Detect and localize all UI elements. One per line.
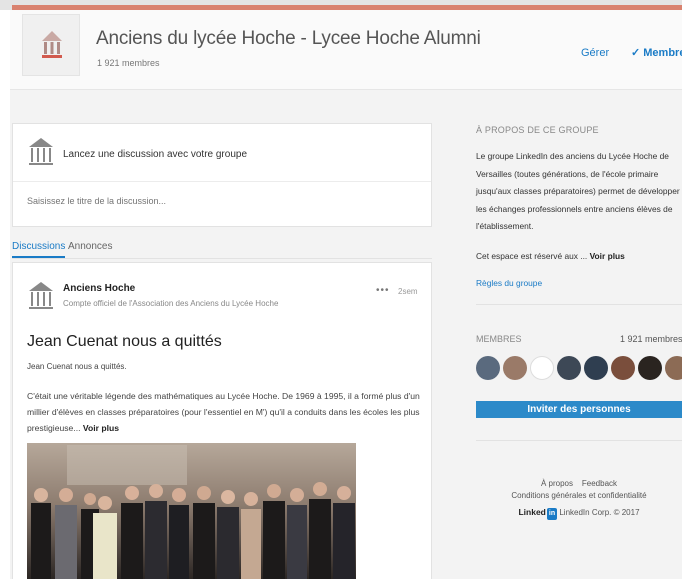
- avatar[interactable]: [611, 356, 635, 380]
- post-photo[interactable]: [27, 443, 356, 579]
- feed-tabs: Discussions Annonces: [12, 239, 432, 259]
- avatar[interactable]: [476, 356, 500, 380]
- composer-prompt: Lancez une discussion avec votre groupe: [63, 149, 248, 160]
- avatar[interactable]: [557, 356, 581, 380]
- post-author-name[interactable]: Anciens Hoche: [63, 283, 135, 294]
- footer-copyright: LinkedIn Corp. © 2017: [559, 508, 640, 517]
- group-member-count: 1 921 membres: [97, 58, 160, 68]
- about-reserved-text: Cet espace est réservé aux ...: [476, 251, 588, 261]
- post-subtitle: Jean Cuenat nous a quittés.: [27, 362, 127, 371]
- avatar[interactable]: [584, 356, 608, 380]
- members-count: 1 921 membres: [620, 334, 682, 344]
- footer-feedback-link[interactable]: Feedback: [582, 479, 617, 488]
- manage-button[interactable]: Gérer: [581, 47, 609, 59]
- top-accent-bar: [0, 0, 682, 10]
- footer: À propos Feedback Conditions générales e…: [476, 478, 682, 520]
- post-options-icon[interactable]: •••: [376, 285, 390, 296]
- about-description: Le groupe LinkedIn des anciens du Lycée …: [476, 151, 680, 231]
- member-status-button[interactable]: ✓ Membre: [631, 46, 682, 59]
- group-photo-image: [27, 443, 356, 579]
- footer-about-link[interactable]: À propos: [541, 479, 573, 488]
- avatar[interactable]: [665, 356, 682, 380]
- tab-discussions[interactable]: Discussions: [12, 241, 66, 258]
- linkedin-logo-text: Linked: [518, 507, 546, 517]
- group-logo[interactable]: [22, 14, 80, 76]
- divider: [476, 440, 682, 441]
- footer-brand-row: Linked in LinkedIn Corp. © 2017: [476, 506, 682, 520]
- discussion-composer: Lancez une discussion avec votre groupe: [12, 123, 432, 227]
- discussion-title-input[interactable]: [27, 196, 417, 206]
- invite-people-button[interactable]: Inviter des personnes: [476, 401, 682, 418]
- post-timestamp: 2sem: [398, 287, 418, 296]
- footer-terms-link[interactable]: Conditions générales et confidentialité: [511, 491, 646, 500]
- building-pillars-icon: [29, 282, 53, 309]
- post-voir-plus-link[interactable]: Voir plus: [83, 423, 119, 433]
- group-title: Anciens du lycée Hoche - Lycee Hoche Alu…: [96, 28, 481, 49]
- post-title[interactable]: Jean Cuenat nous a quittés: [27, 333, 222, 351]
- avatar[interactable]: [503, 356, 527, 380]
- group-header: Anciens du lycée Hoche - Lycee Hoche Alu…: [10, 10, 682, 90]
- linkedin-logo[interactable]: Linked in: [518, 507, 558, 520]
- feed-post: Anciens Hoche Compte officiel de l'Assoc…: [12, 262, 432, 579]
- divider: [476, 304, 682, 305]
- about-heading: À PROPOS DE CE GROUPE: [476, 125, 599, 135]
- footer-links-row: À propos Feedback: [476, 478, 682, 490]
- group-rules-link[interactable]: Règles du groupe: [476, 278, 542, 288]
- linkedin-logo-box: in: [546, 508, 558, 520]
- tab-annonces[interactable]: Annonces: [68, 241, 112, 252]
- composer-prompt-row[interactable]: Lancez une discussion avec votre groupe: [13, 124, 431, 182]
- avatar[interactable]: [638, 356, 662, 380]
- building-pillars-icon: [29, 138, 53, 165]
- about-reserved-line: Cet espace est réservé aux ... Voir plus: [476, 251, 625, 261]
- post-body: C'était une véritable légende des mathém…: [27, 388, 423, 436]
- avatar[interactable]: [530, 356, 554, 380]
- members-heading: MEMBRES: [476, 334, 522, 344]
- building-pillars-icon: [42, 31, 62, 58]
- about-voir-plus-link[interactable]: Voir plus: [590, 251, 625, 261]
- member-avatars: [476, 356, 682, 384]
- post-author-description: Compte officiel de l'Association des Anc…: [63, 299, 279, 308]
